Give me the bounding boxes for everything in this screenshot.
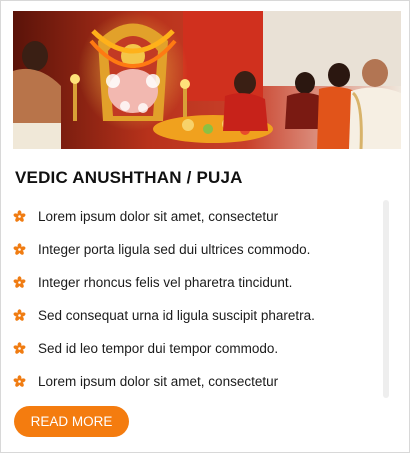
orange-flower-icon (13, 243, 26, 255)
list-item-label: Sed id leo tempor dui tempor commodo. (38, 341, 279, 356)
list-item: Lorem ipsum dolor sit amet, consectetur (13, 201, 378, 234)
list-item: Sed id leo tempor dui tempor commodo. (13, 333, 378, 366)
orange-flower-icon (13, 276, 26, 288)
list-item: Sed consequat urna id ligula suscipit ph… (13, 300, 378, 333)
list-item-label: Lorem ipsum dolor sit amet, consectetur (38, 209, 279, 224)
list-item-label: Integer porta ligula sed dui ultrices co… (38, 242, 311, 257)
list-item: Lorem ipsum dolor sit amet, consectetur (13, 366, 378, 399)
feature-list: Lorem ipsum dolor sit amet, consectetur … (13, 201, 378, 399)
service-card: VEDIC ANUSHTHAN / PUJA Lorem ipsum dolor… (0, 0, 410, 453)
puja-photo (13, 11, 401, 149)
read-more-button[interactable]: READ MORE (14, 406, 129, 437)
list-item-label: Integer rhoncus felis vel pharetra tinci… (38, 275, 293, 290)
list-item-label: Sed consequat urna id ligula suscipit ph… (38, 308, 315, 323)
list-item: Integer rhoncus felis vel pharetra tinci… (13, 267, 378, 300)
list-scrollbar[interactable] (383, 200, 389, 398)
orange-flower-icon (13, 342, 26, 354)
list-item-label: Lorem ipsum dolor sit amet, consectetur (38, 374, 279, 389)
orange-flower-icon (13, 210, 26, 222)
orange-flower-icon (13, 375, 26, 387)
card-title: VEDIC ANUSHTHAN / PUJA (15, 168, 243, 187)
list-item: Integer porta ligula sed dui ultrices co… (13, 234, 378, 267)
orange-flower-icon (13, 309, 26, 321)
